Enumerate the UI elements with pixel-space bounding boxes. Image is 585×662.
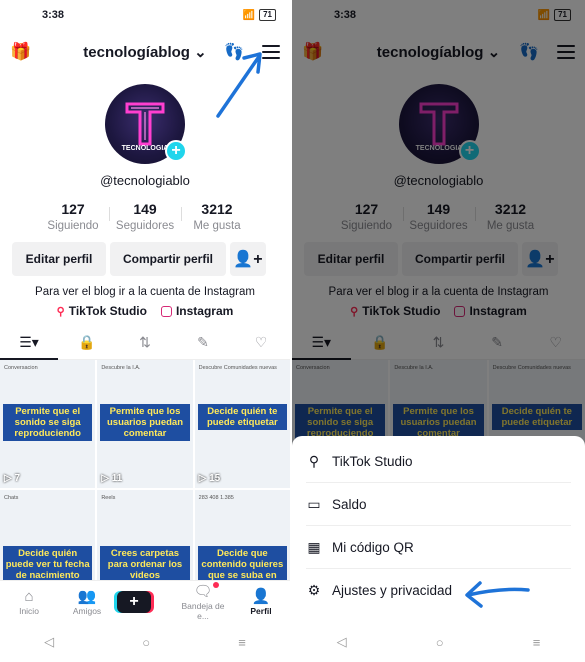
- video-thumb[interactable]: Conversacion Permite que el sonido se sig…: [0, 360, 96, 488]
- create-button[interactable]: +: [117, 590, 151, 613]
- person-star-icon: ⚲: [56, 305, 65, 318]
- add-photo-icon[interactable]: +: [165, 140, 187, 162]
- menu-saldo[interactable]: ▭ Saldo: [306, 483, 571, 526]
- share-profile-button[interactable]: Compartir perfil: [110, 242, 226, 276]
- nav-friends[interactable]: 👥 Amigos: [59, 588, 115, 616]
- menu-sheet: ⚲ TikTok Studio ▭ Saldo ▦ Mi código QR ⚙ Aju…: [292, 436, 585, 622]
- stat-followers[interactable]: 149 Seguidores: [109, 201, 181, 232]
- avatar[interactable]: TECNOLOGIA +: [105, 84, 187, 164]
- tab-private[interactable]: 🔒: [58, 334, 116, 351]
- recents-icon[interactable]: ≡: [533, 635, 541, 650]
- qr-icon: ▦: [307, 538, 321, 555]
- video-thumb[interactable]: Descubre la I.A. Permite que los usuarios…: [97, 360, 193, 488]
- person-star-icon: ⚲: [308, 452, 320, 469]
- battery-icon: 71: [259, 9, 276, 21]
- system-nav: ◁ ○ ≡: [0, 622, 290, 662]
- wallet-icon: ▭: [307, 495, 321, 512]
- nav-inbox[interactable]: 🗨 Bandeja de e...: [175, 581, 231, 621]
- add-friend-icon[interactable]: 👤+: [230, 242, 266, 276]
- back-icon[interactable]: ◁: [337, 634, 347, 650]
- handle: @tecnologiablo: [100, 173, 190, 188]
- instagram-link[interactable]: Instagram: [160, 304, 233, 318]
- gear-icon: ⚙: [307, 582, 321, 598]
- system-nav: ◁ ○ ≡: [292, 622, 585, 662]
- tab-tagged[interactable]: ✎: [174, 334, 232, 351]
- stat-likes[interactable]: 3212 Me gusta: [181, 201, 253, 232]
- stat-following[interactable]: 127 Siguiendo: [37, 201, 109, 232]
- bottom-nav: ⌂ Inicio 👥 Amigos + 🗨 Bandeja de e... 👤 Perf…: [0, 580, 290, 622]
- profile-icon: 👤: [251, 587, 271, 605]
- video-thumb[interactable]: Descubre Comunidades nuevas Decide quién …: [194, 360, 290, 488]
- tab-reposts[interactable]: ⇅: [116, 334, 174, 351]
- recents-icon[interactable]: ≡: [238, 635, 246, 650]
- edit-profile-button[interactable]: Editar perfil: [12, 242, 106, 276]
- status-bar: 3:38 📶 71: [0, 0, 290, 30]
- status-time: 3:38: [42, 9, 65, 21]
- tiktok-studio-link[interactable]: ⚲ TikTok Studio: [57, 304, 147, 318]
- menu-qr-code[interactable]: ▦ Mi código QR: [306, 526, 571, 569]
- username-switcher[interactable]: tecnologíablog ⌄: [83, 44, 206, 61]
- bio: Para ver el blog ir a la cuenta de Insta…: [35, 286, 255, 298]
- status-icons: 📶 71: [243, 9, 276, 21]
- home-circle-icon[interactable]: ○: [142, 635, 150, 650]
- annotation-arrow-icon: [216, 52, 262, 118]
- tab-liked[interactable]: ♡: [232, 334, 290, 351]
- tab-videos[interactable]: ☰▾: [0, 326, 58, 360]
- annotation-arrow-icon: [465, 581, 530, 608]
- nav-create[interactable]: +: [117, 590, 173, 613]
- profile-screen: 3:38 📶 71 🎁 tecnologíablog ⌄ 👣 TECNOLOGI…: [0, 0, 290, 662]
- profile-links: ⚲ TikTok Studio Instagram: [0, 304, 290, 318]
- home-circle-icon[interactable]: ○: [436, 635, 444, 650]
- back-icon[interactable]: ◁: [44, 634, 54, 650]
- inbox-icon: 🗨: [193, 582, 213, 600]
- gift-icon[interactable]: 🎁: [10, 42, 31, 62]
- instagram-icon: [160, 305, 172, 317]
- stats: 127 Siguiendo 149 Seguidores 3212 Me gusta: [0, 201, 290, 232]
- profile-tabs: ☰▾ 🔒 ⇅ ✎ ♡: [0, 326, 290, 360]
- profile-actions: Editar perfil Compartir perfil 👤+: [0, 242, 290, 276]
- nav-home[interactable]: ⌂ Inicio: [1, 588, 57, 616]
- friends-icon: 👥: [77, 587, 97, 605]
- notification-dot: [213, 581, 219, 588]
- username: tecnologíablog: [83, 44, 190, 61]
- home-icon: ⌂: [24, 587, 34, 605]
- svg-text:TECNOLOGIA: TECNOLOGIA: [122, 145, 169, 152]
- menu-tiktok-studio[interactable]: ⚲ TikTok Studio: [306, 440, 571, 483]
- profile-menu-screen: 3:38 📶 71 🎁 tecnologíablog ⌄ 👣 TECNOLOGI…: [292, 0, 585, 662]
- nav-profile[interactable]: 👤 Perfil: [233, 588, 289, 616]
